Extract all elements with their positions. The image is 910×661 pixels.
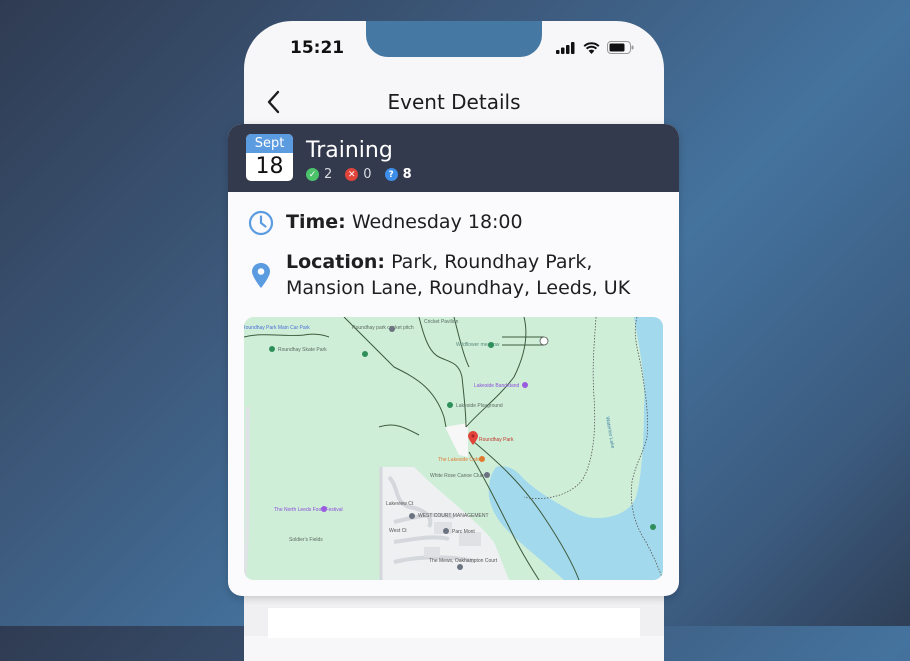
location-row: Location: Park, Roundhay Park, Mansion L… [248, 249, 630, 301]
unknown-count: 8 [402, 167, 412, 182]
svg-text:Cricket Pavilion: Cricket Pavilion [424, 319, 459, 325]
wifi-icon [583, 41, 600, 54]
status-icons [556, 41, 634, 54]
svg-text:Roundhay Park Main Car Park: Roundhay Park Main Car Park [244, 325, 310, 331]
attendance-counts: ✓ 2 ✕ 0 ? 8 [306, 167, 412, 182]
map-view[interactable]: Roundhay Park Main Car Park Roundhay Ska… [244, 317, 663, 580]
clock-icon [248, 210, 274, 236]
svg-text:Lakeview Ct: Lakeview Ct [386, 501, 414, 507]
svg-text:The Lakeside Cafe: The Lakeside Cafe [438, 457, 480, 463]
svg-text:Lakeside Bandstand: Lakeside Bandstand [474, 383, 520, 389]
calendar-day: 18 [255, 154, 284, 179]
location-pin-icon [252, 263, 270, 288]
declined-count: 0 [363, 167, 372, 182]
signal-icon [556, 41, 575, 54]
svg-text:Roundhay park cricket pitch: Roundhay park cricket pitch [352, 325, 414, 331]
question-icon: ? [384, 168, 398, 181]
svg-text:The Mews, Oakhampton Court: The Mews, Oakhampton Court [429, 558, 498, 564]
time-label: Time: [286, 211, 346, 233]
location-line1: Park, Roundhay Park, [391, 251, 593, 273]
page-title: Event Details [387, 90, 521, 114]
bottom-content-card [268, 608, 640, 638]
svg-text:Roundhay Park: Roundhay Park [479, 437, 514, 443]
cross-icon: ✕ [345, 168, 359, 181]
svg-text:West Ct: West Ct [389, 528, 407, 534]
svg-text:Lakeside Playground: Lakeside Playground [456, 403, 503, 409]
check-icon: ✓ [306, 168, 319, 181]
notch [366, 21, 542, 57]
status-time: 15:21 [290, 38, 345, 58]
svg-text:White Rose Canoe Club: White Rose Canoe Club [430, 473, 484, 479]
battery-icon [607, 41, 634, 54]
event-header: Sept 18 Training ✓ 2 ✕ 0 ? 8 [228, 124, 679, 192]
event-card: Sept 18 Training ✓ 2 ✕ 0 ? 8 Time: Wedne… [228, 124, 679, 596]
location-line2: Mansion Lane, Roundhay, Leeds, UK [286, 277, 631, 299]
svg-text:Parc Mont: Parc Mont [452, 529, 475, 535]
time-value: Wednesday 18:00 [351, 211, 523, 233]
time-row: Time: Wednesday 18:00 [248, 209, 523, 236]
svg-text:The North Leeds Food Festival: The North Leeds Food Festival [274, 507, 343, 513]
svg-text:Soldier's Fields: Soldier's Fields [289, 537, 323, 543]
map-canvas[interactable]: Roundhay Park Main Car Park Roundhay Ska… [244, 317, 663, 580]
event-title: Training [306, 138, 393, 163]
calendar-badge: Sept 18 [246, 134, 293, 181]
accepted-count: 2 [324, 167, 333, 182]
location-label: Location: [286, 251, 386, 273]
calendar-month: Sept [246, 134, 293, 153]
svg-text:WEST COURT MANAGEMENT: WEST COURT MANAGEMENT [418, 513, 489, 519]
svg-text:Roundhay Skate Park: Roundhay Skate Park [278, 347, 327, 353]
